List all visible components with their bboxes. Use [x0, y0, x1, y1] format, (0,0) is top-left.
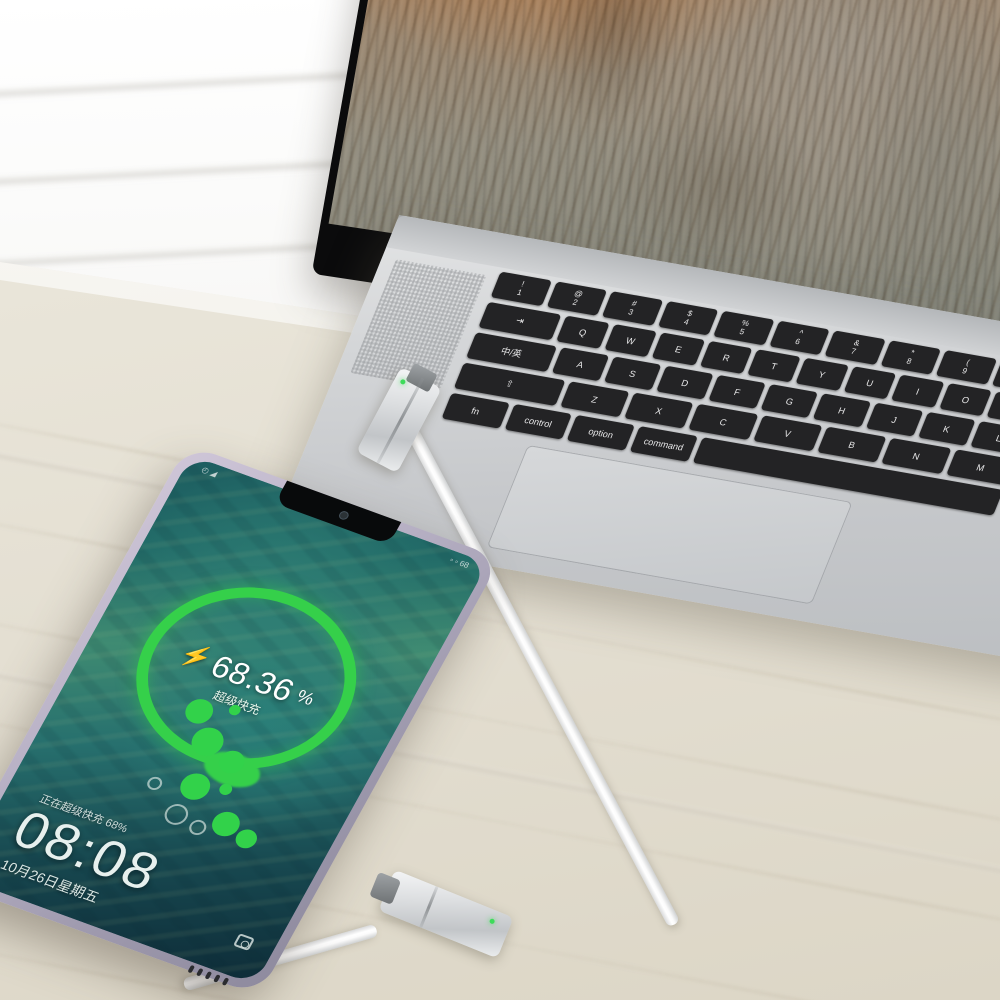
key-w[interactable]: W: [604, 324, 658, 358]
key-command[interactable]: command: [629, 426, 698, 462]
key-9[interactable]: (9: [935, 350, 997, 385]
key-n[interactable]: N: [881, 437, 952, 475]
key-7[interactable]: & 7: [824, 330, 886, 365]
key-t[interactable]: T: [747, 349, 801, 383]
key-j[interactable]: J: [865, 402, 924, 437]
key-o[interactable]: O: [939, 383, 993, 417]
key-c[interactable]: C: [688, 403, 759, 440]
key-1[interactable]: ! 1: [490, 271, 552, 307]
key-q[interactable]: Q: [556, 315, 610, 349]
key-b[interactable]: B: [817, 426, 887, 463]
key-u[interactable]: U: [843, 366, 897, 400]
key-control[interactable]: control: [504, 403, 573, 440]
key-i[interactable]: I: [891, 374, 945, 408]
key-r[interactable]: R: [699, 340, 753, 375]
key-a[interactable]: A: [551, 347, 610, 382]
key-l[interactable]: L: [970, 421, 1000, 456]
key-4[interactable]: $4: [657, 300, 719, 336]
key-f[interactable]: F: [708, 374, 767, 409]
key-d[interactable]: D: [656, 365, 714, 400]
key-y[interactable]: Y: [795, 357, 849, 391]
key-3[interactable]: #3: [601, 291, 663, 326]
key-5[interactable]: % 5: [713, 310, 775, 346]
key-s[interactable]: S: [603, 356, 662, 391]
key-z[interactable]: Z: [559, 381, 630, 418]
key-x[interactable]: X: [624, 392, 694, 429]
key-m[interactable]: M: [945, 449, 1000, 486]
key-v[interactable]: V: [752, 415, 823, 452]
key-6[interactable]: ^ 6: [768, 320, 830, 356]
key-g[interactable]: G: [760, 384, 819, 419]
product-photo-scene: 8910111213141516171819202122232425262728…: [0, 0, 1000, 1000]
key-e[interactable]: E: [651, 332, 706, 366]
key-8[interactable]: * 8: [879, 340, 942, 375]
connector-led-icon: [488, 918, 496, 925]
key-k[interactable]: K: [917, 411, 976, 446]
key-option[interactable]: option: [566, 414, 636, 451]
key-fn[interactable]: fn: [441, 392, 510, 429]
key-h[interactable]: H: [813, 393, 871, 428]
key-2[interactable]: @2: [546, 281, 608, 316]
